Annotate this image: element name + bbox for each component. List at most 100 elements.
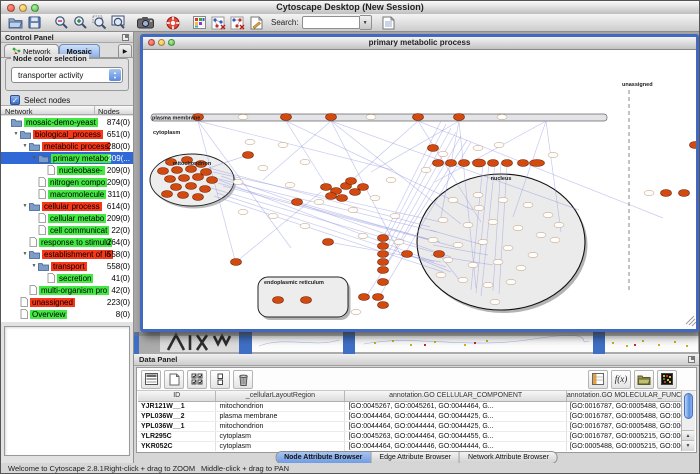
help-icon[interactable]: [164, 15, 181, 31]
node-selected[interactable]: [165, 176, 176, 183]
annotation-icon[interactable]: [248, 15, 265, 31]
node-selected[interactable]: [378, 267, 389, 274]
node-selected[interactable]: [358, 184, 369, 191]
node-selected[interactable]: [378, 243, 389, 250]
node-unselected[interactable]: [370, 195, 380, 200]
node-selected[interactable]: [231, 259, 242, 266]
node-selected[interactable]: [378, 251, 389, 258]
node-selected[interactable]: [373, 294, 384, 301]
node-unselected[interactable]: [358, 233, 368, 238]
table-cell[interactable]: mitochondrion: [216, 422, 345, 431]
scrollbar-thumb[interactable]: [684, 393, 693, 419]
tab-network-attribute-browser[interactable]: Network Attribute Browser: [460, 452, 557, 463]
node-unselected[interactable]: [493, 259, 503, 264]
node-selected[interactable]: [337, 195, 348, 202]
node-selected[interactable]: [434, 251, 445, 258]
node-selected[interactable]: [193, 174, 204, 181]
node-unselected[interactable]: [458, 277, 468, 282]
node-unselected[interactable]: [523, 202, 533, 207]
plasma-membrane-region[interactable]: [151, 114, 607, 121]
snapshot-icon[interactable]: [137, 15, 154, 31]
node-selected[interactable]: [326, 193, 337, 200]
node-selected[interactable]: [162, 191, 173, 198]
vizmapper-icon[interactable]: [191, 15, 208, 31]
node-unselected[interactable]: [513, 225, 523, 230]
table-cell[interactable]: YKR052C: [138, 442, 216, 451]
node-unselected[interactable]: [300, 159, 310, 164]
tree-row[interactable]: multi-organism pro42(0): [1, 284, 133, 296]
open-icon[interactable]: [7, 15, 24, 31]
table-row[interactable]: YKR052Ccytoplasm[GO:0044464, GO:0044446,…: [138, 442, 682, 451]
network-modify-icon[interactable]: [229, 15, 246, 31]
tree-row[interactable]: unassigned223(0): [1, 296, 133, 308]
node-selected[interactable]: [402, 251, 413, 258]
table-row[interactable]: YLR295Ccytoplasm[GO:0045263, GO:0044464,…: [138, 432, 682, 442]
node-selected[interactable]: [292, 199, 303, 206]
resize-grip-icon[interactable]: [686, 316, 694, 324]
node-unselected[interactable]: [478, 239, 488, 244]
node-unselected[interactable]: [483, 282, 493, 287]
node-unselected[interactable]: [488, 219, 498, 224]
node-selected[interactable]: [171, 184, 182, 191]
node-unselected[interactable]: [300, 223, 310, 228]
heatmap-icon[interactable]: [657, 370, 677, 389]
table-cell[interactable]: YPL036W__2: [138, 412, 216, 421]
twisty-icon[interactable]: ▼: [21, 203, 29, 209]
twisty-icon[interactable]: ▼: [12, 131, 20, 137]
node-unselected[interactable]: [474, 205, 484, 210]
birdseye-view[interactable]: [4, 326, 130, 456]
node-selected[interactable]: [207, 177, 218, 184]
table-cell[interactable]: YLR295C: [138, 432, 216, 441]
node-selected[interactable]: [378, 235, 389, 242]
column-header[interactable]: annotation.GO MOLECULAR_FUNCTION: [567, 391, 682, 401]
node-unselected[interactable]: [314, 199, 324, 204]
delete-attribute-icon[interactable]: [233, 370, 253, 389]
save-icon[interactable]: [26, 15, 43, 31]
edge[interactable]: [198, 121, 393, 170]
table-row[interactable]: YPL036W__2plasma membrane[GO:0044464, GO…: [138, 412, 682, 422]
node-selected[interactable]: [378, 302, 389, 309]
function-builder-icon[interactable]: f(x): [611, 370, 631, 389]
tree-row[interactable]: nucleobase-209(0): [1, 164, 133, 176]
unselect-columns-icon[interactable]: [210, 370, 230, 389]
twisty-icon[interactable]: ▼: [30, 263, 38, 269]
table-cell[interactable]: YJR121W__1: [138, 402, 216, 411]
table-cell[interactable]: cytoplasm: [216, 432, 345, 441]
network-canvas[interactable]: plasma membranecytoplasmmitochondrionnuc…: [143, 50, 696, 329]
table-cell[interactable]: [GO:0016787, GO:0005488, GO:0005215, G..…: [567, 412, 682, 421]
node-unselected[interactable]: [490, 299, 500, 304]
chevron-down-icon[interactable]: ▼: [360, 15, 372, 30]
node-unselected[interactable]: [554, 222, 564, 227]
node-selected[interactable]: [428, 145, 439, 152]
node-selected[interactable]: [186, 183, 197, 190]
zoom-selected-icon[interactable]: [91, 15, 108, 31]
table-row[interactable]: YJR121W__1mitochondrion[GO:0045267, GO:0…: [138, 402, 682, 412]
tree-row[interactable]: nitrogen compo209(0): [1, 176, 133, 188]
tree-row[interactable]: ▼biological_process651(0): [1, 128, 133, 140]
tree-row[interactable]: mosaic-demo-yeast874(0): [1, 116, 133, 128]
twisty-icon[interactable]: ▼: [21, 251, 29, 257]
node-selected[interactable]: [378, 279, 389, 286]
attribute-search-icon[interactable]: [380, 15, 397, 31]
node-selected[interactable]: [690, 142, 697, 149]
network-layout-icon[interactable]: [210, 15, 227, 31]
table-cell[interactable]: [GO:0044464, GO:0044446, GO:0044444, G..…: [345, 442, 566, 451]
node-selected[interactable]: [243, 152, 254, 159]
float-panel-icon[interactable]: [122, 34, 129, 41]
node-selected[interactable]: [433, 160, 444, 167]
node-selected[interactable]: [273, 297, 284, 304]
table-cell[interactable]: [GO:0045267, GO:0045261, GO:0044464, G..…: [345, 402, 566, 411]
node-unselected[interactable]: [644, 190, 654, 195]
resize-grip-icon[interactable]: [692, 322, 696, 326]
twisty-icon[interactable]: ▼: [30, 155, 38, 161]
table-cell[interactable]: [GO:0044464, GO:0044444, GO:0044425, G..…: [345, 422, 566, 431]
tree-row[interactable]: Overview8(0): [1, 308, 133, 320]
column-header[interactable]: annotation.GO CELLULAR_COMPONENT: [345, 391, 566, 401]
node-unselected[interactable]: [543, 212, 553, 217]
tab-edge-attribute-browser[interactable]: Edge Attribute Browser: [371, 452, 460, 463]
node-unselected[interactable]: [536, 232, 546, 237]
node-selected[interactable]: [179, 175, 190, 182]
node-unselected[interactable]: [238, 209, 248, 214]
zoom-fit-icon[interactable]: [110, 15, 127, 31]
table-cell[interactable]: [GO:0045263, GO:0044464, GO:0044455, G..…: [345, 432, 566, 441]
